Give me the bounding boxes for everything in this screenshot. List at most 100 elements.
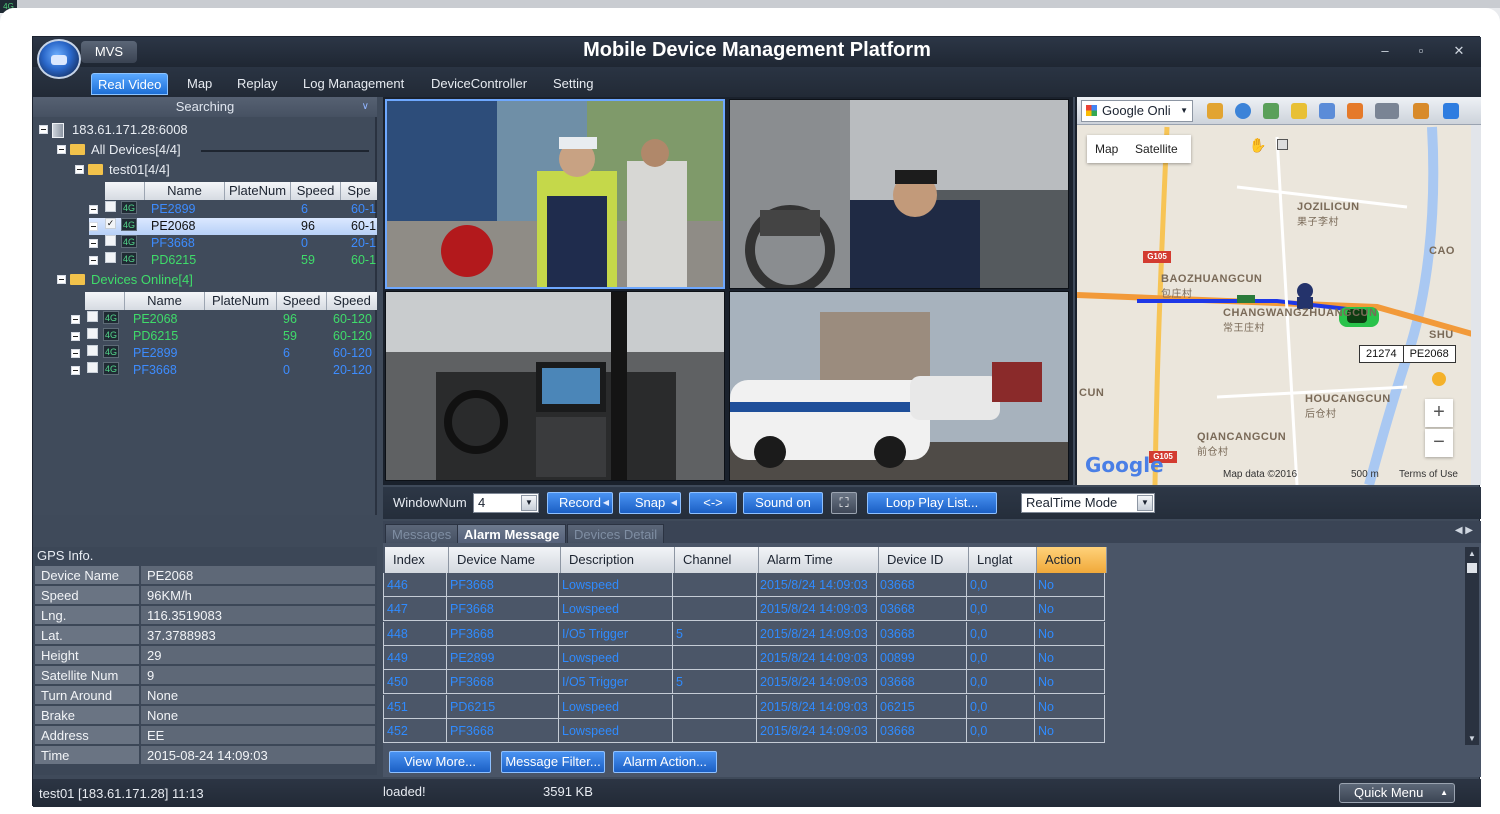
table-row[interactable]: 448 PF3668 I/O5 Trigger 5 2015/8/24 14:09:03… — [383, 621, 1107, 646]
device-row[interactable]: 4G PF3668 0 20-1 — [89, 235, 377, 252]
menu-setting[interactable]: Setting — [547, 73, 599, 95]
pan-arrows-icon[interactable] — [1319, 103, 1335, 119]
record-button[interactable]: Record ◀ — [547, 492, 613, 514]
col-action[interactable]: Action — [1037, 547, 1107, 573]
tree-server-node[interactable]: 183.61.171.28:6008 — [39, 121, 188, 139]
map-type-map[interactable]: Map — [1095, 135, 1118, 163]
window-icon[interactable] — [1347, 103, 1363, 119]
map-vertical-scrollbar[interactable] — [1471, 125, 1481, 485]
tree-all-devices-node[interactable]: All Devices[4/4] — [57, 141, 181, 159]
table-row[interactable]: 450 PF3668 I/O5 Trigger 5 2015/8/24 14:09:03… — [383, 670, 1107, 695]
chevron-down-icon[interactable]: ▼ — [521, 495, 537, 511]
window-num-select[interactable]: 4 ▼ — [473, 493, 539, 513]
col-alarm-time[interactable]: Alarm Time — [759, 547, 879, 573]
close-button[interactable]: ✕ — [1447, 41, 1471, 61]
map-type-satellite[interactable]: Satellite — [1135, 135, 1178, 163]
zoom-out-button[interactable]: − — [1425, 429, 1453, 457]
loop-play-list-button[interactable]: Loop Play List... — [867, 492, 997, 514]
message-filter-button[interactable]: Message Filter... — [501, 751, 605, 773]
device-checkbox[interactable] — [87, 345, 98, 356]
table-row[interactable]: 449 PE2899 Lowspeed 2015/8/24 14:09:03 00899… — [383, 645, 1107, 670]
device-row[interactable]: 4G PE2899 6 60-1 — [89, 201, 377, 218]
online-device-row[interactable]: 4G PE2899 6 60-120 — [71, 345, 377, 362]
sound-on-button[interactable]: Sound on — [743, 492, 823, 514]
device-checkbox[interactable] — [105, 252, 116, 263]
menu-device-controller[interactable]: DeviceController — [425, 73, 533, 95]
map-terms-link[interactable]: Terms of Use — [1399, 469, 1458, 480]
clear-brush-icon[interactable] — [1207, 103, 1223, 119]
col-platenum[interactable]: PlateNum — [205, 292, 277, 310]
hand-pan-icon[interactable]: ✋ — [1249, 137, 1266, 154]
video-channel-1[interactable] — [385, 99, 725, 289]
col-name[interactable]: Name — [125, 292, 205, 310]
zoom-in-button[interactable]: + — [1425, 399, 1453, 427]
expand-icon[interactable] — [89, 256, 98, 265]
video-channel-2[interactable] — [729, 99, 1069, 289]
tab-messages[interactable]: Messages — [385, 524, 459, 543]
tab-devices-detail[interactable]: Devices Detail — [567, 524, 665, 543]
device-row-selected[interactable]: ✓ 4G PE2068 96 60-1 — [89, 218, 377, 235]
tab-scroll-arrows-icon[interactable]: ◀ ▶ — [1455, 525, 1473, 536]
tab-alarm-message[interactable]: Alarm Message — [457, 524, 567, 543]
video-channel-4[interactable] — [729, 291, 1069, 481]
col-speed[interactable]: Speed — [277, 292, 327, 310]
realtime-mode-select[interactable]: RealTime Mode ▼ — [1021, 493, 1155, 513]
expand-icon[interactable] — [71, 332, 80, 341]
collapse-icon[interactable] — [75, 165, 84, 175]
device-checkbox[interactable] — [105, 235, 116, 246]
collapse-icon[interactable] — [57, 275, 66, 285]
online-device-row[interactable]: 4G PE2068 96 60-120 — [71, 311, 377, 328]
refresh-icon[interactable] — [1235, 103, 1251, 119]
col-description[interactable]: Description — [561, 547, 675, 573]
tree-online-node[interactable]: Devices Online[4] — [57, 271, 193, 289]
region-icon[interactable] — [1263, 103, 1279, 119]
table-row[interactable]: 451 PD6215 Lowspeed 2015/8/24 14:09:03 06215… — [383, 694, 1107, 719]
device-checkbox[interactable] — [87, 311, 98, 322]
tree-group-node[interactable]: test01[4/4] — [75, 161, 170, 179]
map-panel[interactable]: JOZILICUN 果子李村 BAOZHUANGCUN 包庄村 CHANGWANGZ… — [1075, 97, 1481, 485]
dropdown-arrow-icon[interactable]: ◀ — [603, 493, 609, 513]
alarm-action-button[interactable]: Alarm Action... — [613, 751, 717, 773]
table-row[interactable]: 446 PF3668 Lowspeed 2015/8/24 14:09:03 03668… — [383, 573, 1107, 597]
col-channel[interactable]: Channel — [675, 547, 759, 573]
scroll-thumb[interactable] — [1467, 563, 1477, 573]
expand-icon[interactable] — [89, 239, 98, 248]
select-box-icon[interactable] — [1277, 139, 1288, 150]
menu-replay[interactable]: Replay — [231, 73, 283, 95]
col-lnglat[interactable]: Lnglat — [969, 547, 1037, 573]
col-device-id[interactable]: Device ID — [879, 547, 969, 573]
chevron-down-icon[interactable]: ▼ — [1137, 495, 1153, 511]
col-platenum[interactable]: PlateNum — [225, 182, 291, 200]
officer-marker-icon[interactable] — [1297, 283, 1313, 309]
vehicle-locate-icon[interactable] — [1413, 103, 1429, 119]
collapse-chevron-icon[interactable]: ∨ — [362, 97, 369, 117]
menu-log-management[interactable]: Log Management — [297, 73, 410, 95]
device-row[interactable]: 4G PD6215 59 60-1 — [89, 252, 377, 269]
expand-icon[interactable] — [89, 222, 98, 231]
table-row[interactable]: 447 PF3668 Lowspeed 2015/8/24 14:09:03 03668… — [383, 597, 1107, 622]
online-device-row[interactable]: 4G PF3668 0 20-120 — [71, 362, 377, 379]
menu-map[interactable]: Map — [181, 73, 218, 95]
scroll-down-icon[interactable]: ▼ — [1465, 734, 1479, 743]
scroll-up-icon[interactable]: ▲ — [1465, 549, 1479, 558]
minimize-button[interactable]: – — [1373, 41, 1397, 61]
quick-menu-button[interactable]: Quick Menu ▲ — [1339, 783, 1455, 803]
fullscreen-icon[interactable]: ⛶ — [831, 492, 857, 514]
col-index[interactable]: Index — [385, 547, 449, 573]
device-checkbox[interactable] — [105, 201, 116, 212]
menu-real-video[interactable]: Real Video — [91, 73, 169, 95]
expand-icon[interactable] — [71, 349, 80, 358]
col-device-name[interactable]: Device Name — [449, 547, 561, 573]
expand-icon[interactable] — [71, 315, 80, 324]
search-bar[interactable]: Searching ∨ — [33, 97, 377, 117]
col-speed[interactable]: Speed — [291, 182, 341, 200]
device-checkbox-checked[interactable]: ✓ — [105, 218, 116, 229]
device-checkbox[interactable] — [87, 328, 98, 339]
list-icon[interactable] — [1443, 103, 1459, 119]
collapse-icon[interactable] — [39, 125, 48, 135]
maximize-button[interactable]: ▫ — [1409, 41, 1433, 61]
video-channel-3[interactable] — [385, 291, 725, 481]
online-device-row[interactable]: 4G PD6215 59 60-120 — [71, 328, 377, 345]
expand-icon[interactable] — [71, 366, 80, 375]
table-row[interactable]: 452 PF3668 Lowspeed 2015/8/24 14:09:03 03668… — [383, 718, 1107, 743]
